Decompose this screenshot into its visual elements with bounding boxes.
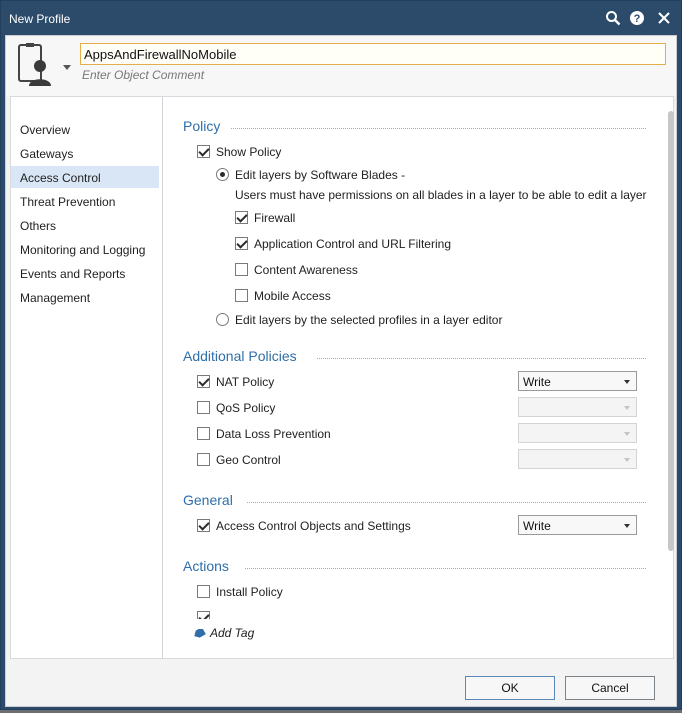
actions-divider xyxy=(245,568,646,569)
help-icon[interactable]: ? xyxy=(628,9,646,27)
qos-policy-checkbox[interactable] xyxy=(197,401,210,414)
profile-name-input[interactable] xyxy=(80,43,666,65)
nat-policy-label: NAT Policy xyxy=(216,375,275,389)
show-policy-checkbox[interactable] xyxy=(197,145,210,158)
mobile-access-label: Mobile Access xyxy=(254,289,331,303)
sidebar-item-threat-prevention[interactable]: Threat Prevention xyxy=(11,190,159,212)
chevron-down-icon xyxy=(624,380,630,384)
app-control-url-filtering-label: Application Control and URL Filtering xyxy=(254,237,451,251)
access-control-objects-permission-value: Write xyxy=(523,519,551,533)
dialog-client: Enter Object Comment Overview Gateways A… xyxy=(5,35,677,707)
cancel-button[interactable]: Cancel xyxy=(565,676,655,700)
object-comment-field[interactable]: Enter Object Comment xyxy=(82,68,204,82)
search-icon[interactable] xyxy=(604,9,622,27)
tag-icon[interactable] xyxy=(194,627,206,638)
mobile-access-checkbox[interactable] xyxy=(235,289,248,302)
install-policy-checkbox[interactable] xyxy=(197,585,210,598)
object-header: Enter Object Comment xyxy=(6,36,676,96)
actions-heading: Actions xyxy=(183,558,229,574)
chevron-down-icon xyxy=(624,458,630,462)
sidebar-item-management[interactable]: Management xyxy=(11,286,159,308)
edit-by-profiles-label: Edit layers by the selected profiles in … xyxy=(235,313,503,327)
sidebar-item-gateways[interactable]: Gateways xyxy=(11,142,159,164)
app-control-url-filtering-checkbox[interactable] xyxy=(235,237,248,250)
firewall-checkbox[interactable] xyxy=(235,211,248,224)
content-awareness-label: Content Awareness xyxy=(254,263,358,277)
geo-control-checkbox[interactable] xyxy=(197,453,210,466)
geo-control-label: Geo Control xyxy=(216,453,281,467)
close-icon[interactable] xyxy=(655,9,673,27)
chevron-down-icon xyxy=(624,432,630,436)
sidebar-item-access-control[interactable]: Access Control xyxy=(11,166,159,188)
general-divider xyxy=(247,502,646,503)
partially-hidden-checkbox[interactable] xyxy=(197,611,210,619)
scrollbar-thumb[interactable] xyxy=(668,111,674,551)
qos-policy-permission-select xyxy=(518,397,637,417)
chevron-down-icon xyxy=(624,524,630,528)
avatar-dropdown-icon[interactable] xyxy=(63,60,71,70)
vertical-scrollbar[interactable] xyxy=(668,101,674,613)
qos-policy-label: QoS Policy xyxy=(216,401,276,415)
show-policy-label: Show Policy xyxy=(216,145,282,159)
access-control-objects-label: Access Control Objects and Settings xyxy=(216,519,411,533)
nat-policy-checkbox[interactable] xyxy=(197,375,210,388)
access-control-objects-permission-select[interactable]: Write xyxy=(518,515,637,535)
install-policy-label: Install Policy xyxy=(216,585,283,599)
firewall-label: Firewall xyxy=(254,211,296,225)
add-tag-link[interactable]: Add Tag xyxy=(210,626,254,640)
sidebar-item-events-and-reports[interactable]: Events and Reports xyxy=(11,262,159,284)
sidebar-item-monitoring-and-logging[interactable]: Monitoring and Logging xyxy=(11,238,159,260)
permissions-note: Users must have permissions on all blade… xyxy=(235,188,647,202)
sidebar-item-others[interactable]: Others xyxy=(11,214,159,236)
geo-control-permission-select xyxy=(518,449,637,469)
data-loss-prevention-permission-select xyxy=(518,423,637,443)
nat-policy-permission-value: Write xyxy=(523,375,551,389)
nat-policy-permission-select[interactable]: Write xyxy=(518,371,637,391)
additional-policies-divider xyxy=(317,358,646,359)
ok-button[interactable]: OK xyxy=(465,676,555,700)
additional-policies-heading: Additional Policies xyxy=(183,348,297,364)
general-heading: General xyxy=(183,492,233,508)
chevron-down-icon xyxy=(624,406,630,410)
new-profile-dialog: New Profile ? Enter Object xyxy=(0,0,682,710)
svg-text:?: ? xyxy=(634,13,641,25)
edit-by-blades-label: Edit layers by Software Blades - xyxy=(235,168,406,182)
access-control-objects-checkbox[interactable] xyxy=(197,519,210,532)
window-title: New Profile xyxy=(9,12,71,26)
data-loss-prevention-checkbox[interactable] xyxy=(197,427,210,440)
access-control-panel: Policy Show Policy Edit layers by Softwa… xyxy=(164,97,664,619)
dialog-body: Overview Gateways Access Control Threat … xyxy=(10,96,674,659)
data-loss-prevention-label: Data Loss Prevention xyxy=(216,427,331,441)
policy-heading: Policy xyxy=(183,118,221,134)
sidebar-item-overview[interactable]: Overview xyxy=(11,118,159,140)
edit-by-profiles-radio[interactable] xyxy=(216,313,229,326)
sidebar-nav: Overview Gateways Access Control Threat … xyxy=(11,97,163,658)
edit-by-blades-radio[interactable] xyxy=(216,168,229,181)
title-bar[interactable]: New Profile ? xyxy=(1,1,681,35)
content-awareness-checkbox[interactable] xyxy=(235,263,248,276)
policy-divider xyxy=(231,128,646,129)
profile-avatar-icon[interactable] xyxy=(14,42,58,88)
